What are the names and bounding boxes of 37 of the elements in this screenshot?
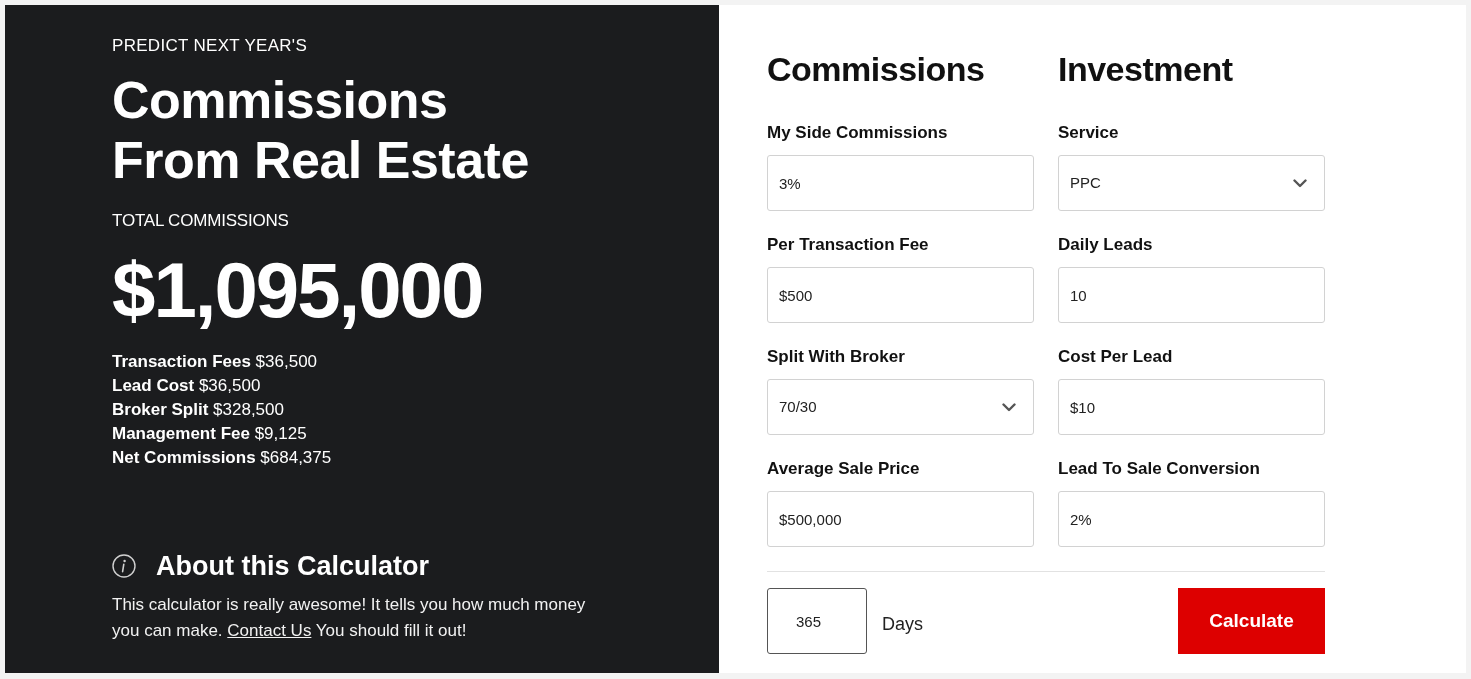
input-field[interactable]: 3% (767, 155, 1034, 211)
field-label: Average Sale Price (767, 458, 920, 480)
breakdown-line: Lead Cost $36,500 (112, 375, 261, 397)
breakdown-line: Broker Split $328,500 (112, 399, 284, 421)
chevron-down-icon (1293, 178, 1307, 188)
breakdown-line: Transaction Fees $36,500 (112, 351, 318, 373)
days-input[interactable]: 365 (767, 588, 867, 654)
field-label: Split With Broker (767, 346, 905, 368)
hero-title: From Real Estate (112, 130, 529, 190)
input-field[interactable]: 10 (1058, 267, 1325, 323)
section-heading: Commissions (767, 49, 985, 89)
calculate-button[interactable]: Calculate (1178, 588, 1325, 654)
about-text: This calculator is really awesome! It tells you how much money you can make. Contact Us You should fill it out! (112, 594, 587, 642)
breakdown-line: Net Commissions $684,375 (112, 447, 332, 469)
total-label: TOTAL COMMISSIONS (112, 210, 289, 232)
days-label: Days (882, 612, 923, 636)
contact-link[interactable]: Contact Us (227, 621, 312, 640)
info-icon (112, 554, 136, 578)
field-label: My Side Commissions (767, 122, 948, 144)
total-amount: $1,095,000 (112, 245, 483, 335)
eyebrow-text: PREDICT NEXT YEAR'S (112, 35, 308, 57)
about-heading: About this Calculator (156, 550, 429, 583)
field-label: Lead To Sale Conversion (1058, 458, 1260, 480)
dropdown[interactable]: PPC (1058, 155, 1325, 211)
field-label: Service (1058, 122, 1119, 144)
field-label: Per Transaction Fee (767, 234, 929, 256)
input-field[interactable]: $10 (1058, 379, 1325, 435)
hero-title: Commissions (112, 70, 448, 130)
field-label: Daily Leads (1058, 234, 1153, 256)
input-field[interactable]: 2% (1058, 491, 1325, 547)
breakdown-line: Management Fee $9,125 (112, 423, 307, 445)
section-heading: Investment (1058, 49, 1233, 89)
chevron-down-icon (1002, 402, 1016, 412)
dropdown[interactable]: 70/30 (767, 379, 1034, 435)
input-field[interactable]: $500 (767, 267, 1034, 323)
field-label: Cost Per Lead (1058, 346, 1173, 368)
input-field[interactable]: $500,000 (767, 491, 1034, 547)
